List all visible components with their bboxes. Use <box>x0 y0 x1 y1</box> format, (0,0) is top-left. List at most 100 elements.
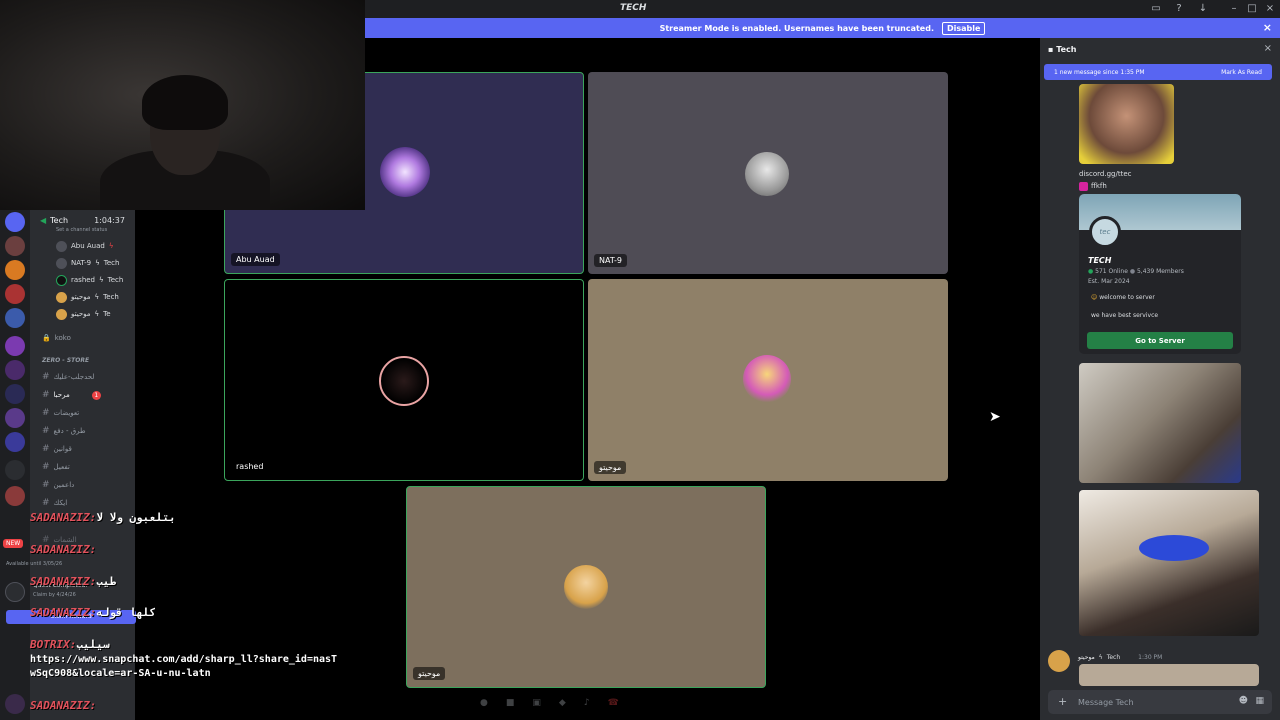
close-banner-icon[interactable]: × <box>1263 21 1272 34</box>
overlay-chat-line: BOTRIX:سيليب <box>30 638 109 651</box>
new-messages-text: 1 new message since 1:35 PM <box>1054 68 1145 76</box>
online-count: 571 Online <box>1095 268 1128 275</box>
lightning-icon: ϟ <box>99 276 104 284</box>
text-channel[interactable]: # تفعيل <box>42 460 70 474</box>
available-until: Available until 3/05/26 <box>6 561 63 567</box>
server-icon[interactable] <box>5 212 25 232</box>
chat-image[interactable] <box>1079 363 1241 483</box>
disable-button[interactable]: Disable <box>941 21 986 35</box>
chat-image[interactable] <box>1079 490 1259 636</box>
server-icon[interactable] <box>5 284 25 304</box>
avatar <box>743 355 791 403</box>
server-icon[interactable] <box>5 308 25 328</box>
new-messages-bar[interactable]: 1 new message since 1:35 PM Mark As Read <box>1044 64 1272 80</box>
maximize-icon[interactable]: □ <box>1245 2 1259 16</box>
add-attachment-icon[interactable]: + <box>1058 695 1067 708</box>
message-placeholder: Message Tech <box>1078 697 1134 707</box>
card-line: ☺ welcome to server <box>1091 294 1155 301</box>
voice-user[interactable]: موحيتو ϟ Tech <box>56 290 119 304</box>
avatar <box>56 308 67 320</box>
video-tile-5[interactable]: موحيتو <box>406 486 766 688</box>
leave-call-icon[interactable]: ☎ <box>608 698 619 712</box>
avatar <box>56 257 67 269</box>
instagram-handle[interactable]: ffkfh <box>1091 182 1107 191</box>
mention-badge: 1 <box>91 390 101 400</box>
emoji-icon[interactable]: ☻ <box>1239 696 1248 706</box>
text-channel[interactable]: # لحدجلب-عليك <box>42 370 94 384</box>
avatar[interactable] <box>1048 650 1070 672</box>
server-icon[interactable] <box>5 236 25 256</box>
mark-as-read-button[interactable]: Mark As Read <box>1221 69 1262 76</box>
text-channel[interactable]: # مرحبا 1 <box>42 388 101 402</box>
smile-icon: ☺ <box>1091 294 1098 301</box>
cursor-icon: ➤ <box>989 409 1001 425</box>
apps-icon[interactable]: ▦ <box>1255 696 1264 706</box>
chat-image[interactable] <box>1079 84 1174 164</box>
sunglasses-icon <box>1139 535 1209 561</box>
activity-icon[interactable]: ◆ <box>559 698 566 712</box>
overlay-message: طيب <box>96 575 117 588</box>
locked-channel[interactable]: 🔒 koko <box>42 331 71 345</box>
quest-claim-date: Claim by 4/24/26 <box>33 592 76 598</box>
lightning-icon: ϟ <box>94 310 100 318</box>
voice-channel[interactable]: ◀ Tech 1:04:37 <box>40 213 125 227</box>
text-channel[interactable]: # تعويضات <box>42 406 79 420</box>
chat-image[interactable] <box>1079 664 1259 686</box>
video-tile-3[interactable]: rashed <box>224 279 584 481</box>
video-tile-2[interactable]: NAT-9 <box>588 72 948 274</box>
close-chat-icon[interactable]: × <box>1264 43 1272 54</box>
server-icon[interactable] <box>5 408 25 428</box>
text-channel[interactable]: # ايكك <box>42 496 67 510</box>
inbox-icon[interactable]: ▭ <box>1149 2 1163 16</box>
server-icon[interactable] <box>5 384 25 404</box>
share-screen-icon[interactable]: ▣ <box>532 698 541 712</box>
avatar <box>56 291 67 303</box>
invite-link[interactable]: discord.gg/ttec <box>1079 170 1131 178</box>
server-icon[interactable] <box>5 432 25 452</box>
voice-user-name: موحيتو <box>71 310 91 318</box>
channel-name: تفعيل <box>53 463 70 471</box>
avatar <box>379 356 429 406</box>
server-icon[interactable] <box>5 694 25 714</box>
card-line-text: welcome to server <box>1099 294 1155 301</box>
server-icon[interactable] <box>5 260 25 280</box>
category-header[interactable]: ZERO - STORE <box>42 357 89 364</box>
overlay-chat-line: SADANAZIZ: <box>30 699 96 712</box>
mic-icon[interactable]: ● <box>480 698 488 712</box>
server-icon[interactable] <box>5 582 25 602</box>
voice-user[interactable]: rashed ϟ Tech <box>56 273 123 287</box>
voice-user-tag: Tech <box>107 276 124 284</box>
server-icon[interactable] <box>5 486 25 506</box>
close-window-icon[interactable]: × <box>1263 2 1277 16</box>
voice-user[interactable]: موحيتو ϟ Te <box>56 307 111 321</box>
server-list: NEW <box>0 210 30 720</box>
server-icon[interactable] <box>5 336 25 356</box>
video-tile-4[interactable]: موحيتو <box>588 279 948 481</box>
server-icon[interactable] <box>5 360 25 380</box>
voice-timer: 1:04:37 <box>94 215 125 225</box>
channel-name: مرحبا <box>53 391 70 399</box>
download-icon[interactable]: ↓ <box>1196 2 1210 16</box>
hash-icon: # <box>42 480 50 490</box>
text-channel[interactable]: # داعمين <box>42 478 74 492</box>
text-channel[interactable]: # قوانين <box>42 442 72 456</box>
minimize-icon[interactable]: – <box>1227 2 1241 16</box>
voice-user[interactable]: Abu Auad ϟ <box>56 239 113 253</box>
avatar <box>56 274 67 286</box>
call-controls: ● ■ ▣ ◆ ♪ ☎ <box>480 698 700 712</box>
voice-user[interactable]: NAT-9 ϟ Tech <box>56 256 119 270</box>
go-to-server-button[interactable]: Go to Server <box>1087 332 1233 349</box>
voice-user-name: NAT-9 <box>71 259 92 267</box>
channel-status[interactable]: Set a channel status <box>56 227 107 233</box>
camera-icon[interactable]: ■ <box>506 698 515 712</box>
chat-header: ▪ Tech <box>1048 45 1076 54</box>
message-author[interactable]: موحيتو <box>1078 654 1095 661</box>
channel-name: لحدجلب-عليك <box>53 373 95 381</box>
message-input[interactable]: + Message Tech ☻ ▦ <box>1048 690 1272 714</box>
avatar <box>745 152 789 196</box>
soundboard-icon[interactable]: ♪ <box>584 698 590 712</box>
help-icon[interactable]: ? <box>1172 2 1186 16</box>
server-icon[interactable] <box>5 460 25 480</box>
author-tag: Tech <box>1106 654 1121 661</box>
text-channel[interactable]: # طرق - دفع <box>42 424 86 438</box>
